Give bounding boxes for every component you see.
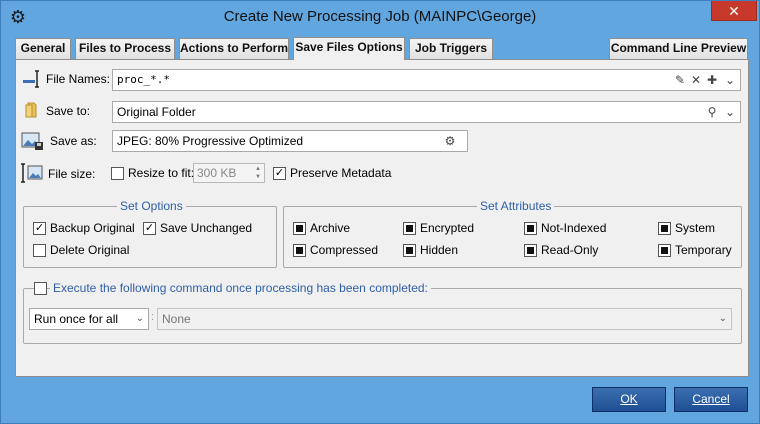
chevron-down-icon[interactable]: ⌄: [136, 309, 144, 329]
tab-save-files-options[interactable]: Save Files Options: [293, 37, 405, 60]
tab-strip: General Files to Process Actions to Perf…: [15, 37, 749, 60]
backup-original-label: Backup Original: [50, 221, 135, 235]
attr-system-checkbox[interactable]: [658, 222, 671, 235]
preserve-metadata-label: Preserve Metadata: [290, 166, 392, 180]
resize-icon: [20, 163, 44, 183]
resize-to-fit-checkbox[interactable]: [111, 167, 124, 180]
file-name-icon: [22, 69, 42, 89]
close-button[interactable]: ✕: [711, 1, 757, 21]
save-unchanged-label: Save Unchanged: [160, 221, 253, 235]
file-size-label: File size:: [48, 167, 96, 181]
ok-button[interactable]: OK: [592, 387, 666, 412]
dialog-window: ⚙ Create New Processing Job (MAINPC\Geor…: [0, 0, 760, 424]
attr-read-only-label: Read-Only: [541, 243, 599, 257]
command-select: None ⌄: [157, 308, 732, 330]
file-names-label: File Names:: [46, 72, 111, 86]
attr-encrypted-checkbox[interactable]: [403, 222, 416, 235]
add-icon[interactable]: ✚: [705, 70, 719, 90]
save-to-input[interactable]: Original Folder ⚲ ⌄: [112, 101, 741, 123]
attr-temporary-checkbox[interactable]: [658, 244, 671, 257]
attr-archive-checkbox[interactable]: [293, 222, 306, 235]
run-mode-select[interactable]: Run once for all ⌄: [29, 308, 149, 330]
cancel-button[interactable]: Cancel: [674, 387, 748, 412]
tab-files-to-process[interactable]: Files to Process: [75, 38, 175, 59]
set-options-group: Set Options ✓ Backup Original ✓ Save Unc…: [23, 199, 277, 268]
attr-temporary-label: Temporary: [675, 243, 732, 257]
chevron-down-icon: ⌄: [718, 313, 727, 324]
save-files-options-panel: File Names: proc_*.* ✎ ✕ ✚ ⌄ Save to: Or…: [15, 59, 749, 377]
set-attributes-title: Set Attributes: [477, 199, 555, 213]
tab-job-triggers[interactable]: Job Triggers: [409, 38, 493, 59]
attr-compressed-label: Compressed: [310, 243, 379, 257]
delete-original-label: Delete Original: [50, 243, 130, 257]
image-save-icon: [21, 131, 45, 151]
save-as-input[interactable]: JPEG: 80% Progressive Optimized ⚙: [112, 130, 468, 152]
set-attributes-group: Set Attributes Archive Encrypted Not-Ind…: [283, 199, 742, 268]
attr-read-only-checkbox[interactable]: [524, 244, 537, 257]
execute-command-checkbox[interactable]: [34, 282, 47, 295]
file-names-input[interactable]: proc_*.* ✎ ✕ ✚ ⌄: [112, 69, 741, 91]
title-bar: ⚙ Create New Processing Job (MAINPC\Geor…: [1, 1, 759, 33]
tab-actions-to-perform[interactable]: Actions to Perform: [179, 38, 289, 59]
execute-command-label: Execute the following command once proce…: [50, 281, 431, 295]
chevron-down-icon[interactable]: ⌄: [723, 102, 737, 122]
attr-not-indexed-label: Not-Indexed: [541, 221, 607, 235]
save-as-label: Save as:: [50, 134, 97, 148]
attr-compressed-checkbox[interactable]: [293, 244, 306, 257]
edit-icon[interactable]: ✎: [673, 70, 687, 90]
attr-hidden-label: Hidden: [420, 243, 459, 257]
attr-system-label: System: [675, 221, 716, 235]
preserve-metadata-checkbox[interactable]: ✓: [273, 167, 286, 180]
delete-original-checkbox[interactable]: [33, 244, 46, 257]
chevron-down-icon[interactable]: ⌄: [723, 70, 737, 90]
attr-hidden-checkbox[interactable]: [403, 244, 416, 257]
stepper-arrows-icon[interactable]: ▲ ▼: [253, 165, 263, 181]
set-options-title: Set Options: [117, 199, 186, 213]
save-unchanged-checkbox[interactable]: ✓: [143, 222, 156, 235]
resize-to-fit-label: Resize to fit:: [128, 166, 195, 180]
settings-icon[interactable]: ⚙: [443, 131, 457, 151]
backup-original-checkbox[interactable]: ✓: [33, 222, 46, 235]
tab-command-line-preview[interactable]: Command Line Preview: [609, 38, 748, 59]
command-group: Execute the following command once proce…: [23, 281, 742, 344]
window-title: Create New Processing Job (MAINPC\George…: [223, 8, 537, 25]
attr-not-indexed-checkbox[interactable]: [524, 222, 537, 235]
attr-encrypted-label: Encrypted: [420, 221, 475, 235]
attr-archive-label: Archive: [310, 221, 351, 235]
tab-general[interactable]: General: [15, 38, 71, 59]
resize-size-stepper[interactable]: 300 KB ▲ ▼: [193, 163, 265, 183]
separator: :: [151, 311, 155, 323]
search-icon[interactable]: ⚲: [705, 102, 719, 122]
save-to-label: Save to:: [46, 104, 91, 118]
folder-icon: [22, 100, 42, 120]
clear-icon[interactable]: ✕: [689, 70, 703, 90]
